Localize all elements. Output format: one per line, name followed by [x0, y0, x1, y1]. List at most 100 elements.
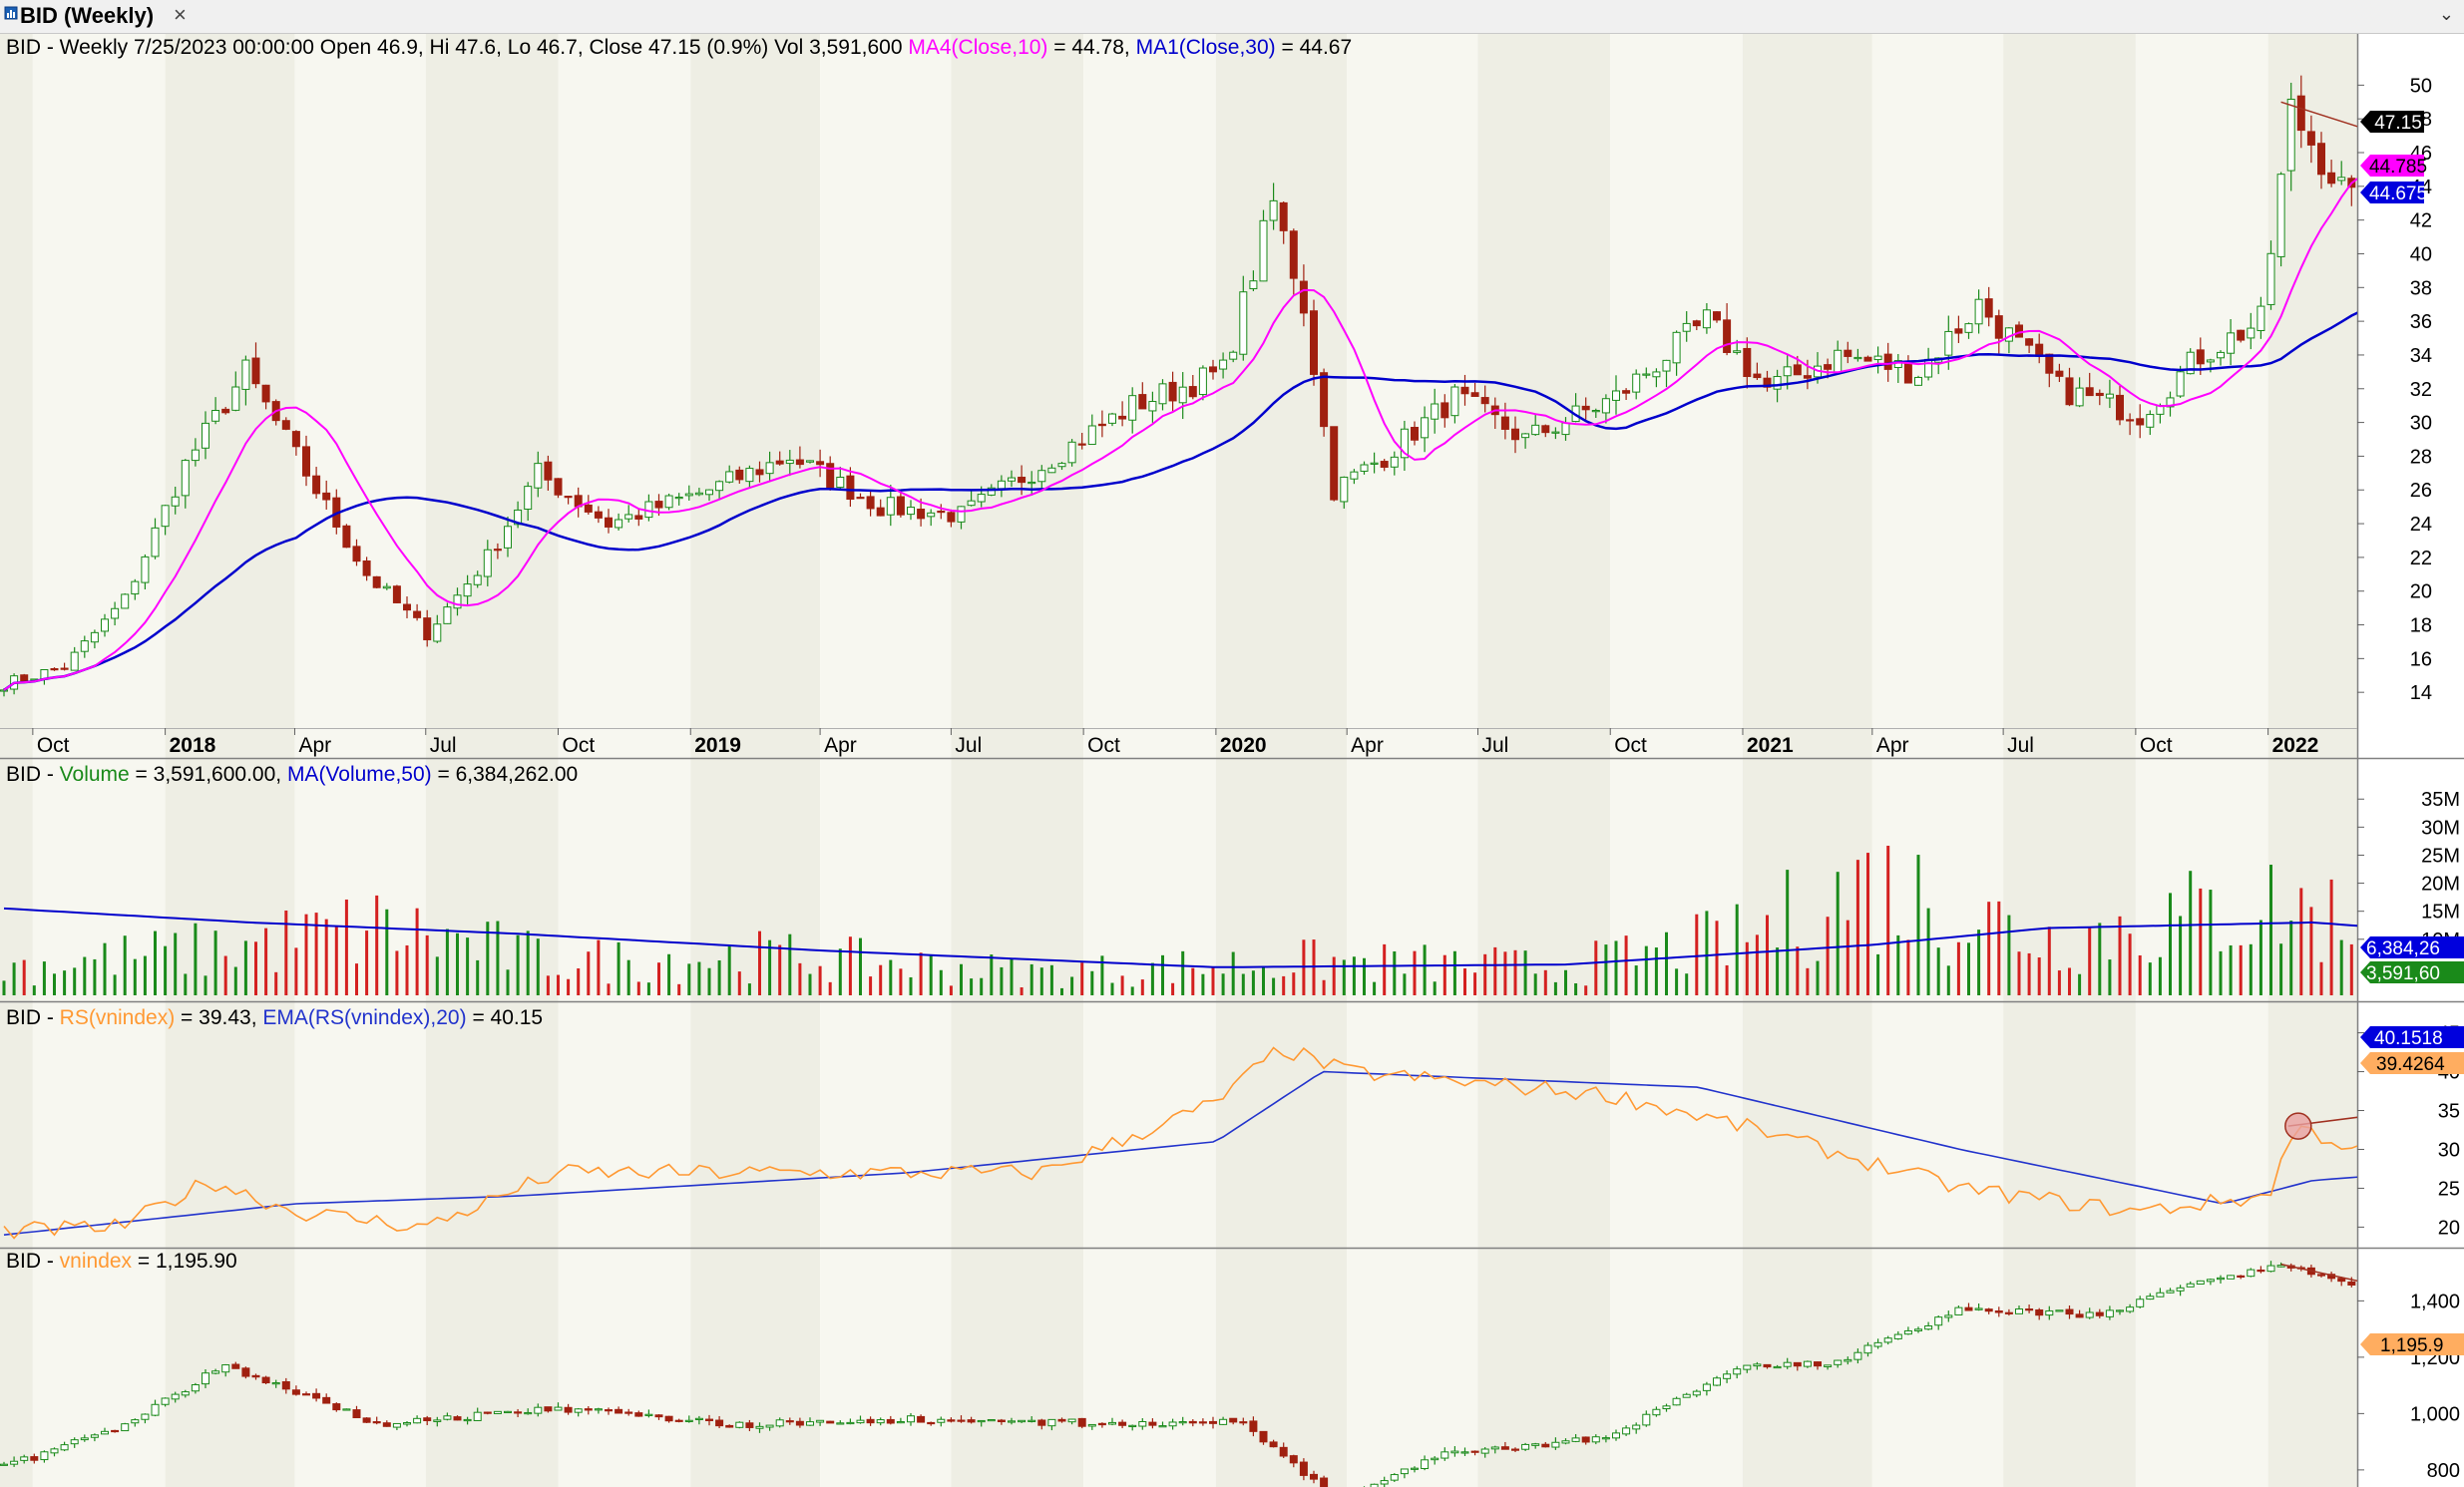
volume-bar [1513, 949, 1517, 995]
price-candle [493, 549, 502, 552]
quarter-bands [0, 34, 2357, 1487]
index-candle [271, 1382, 280, 1385]
price-candle [171, 496, 180, 507]
volume-bar [456, 932, 459, 995]
index-candle [453, 1416, 462, 1421]
price-candle [876, 507, 885, 517]
index-candle [504, 1410, 512, 1414]
volume-bar [607, 983, 611, 995]
index-candle [1249, 1420, 1258, 1432]
price-candle [1622, 390, 1631, 394]
price-candle [997, 480, 1006, 490]
chart-canvas[interactable]: 50484644424038363432302826242220181614 3… [0, 34, 2464, 1487]
volume-bar [1755, 934, 1759, 995]
volume-bar [939, 969, 943, 995]
volume-bar [1553, 981, 1557, 995]
volume-bar [990, 954, 994, 995]
index-candle [2166, 1290, 2175, 1294]
price-candle [302, 446, 310, 477]
price-candle [1793, 364, 1802, 376]
price-candle [1259, 219, 1268, 282]
volume-bar [445, 929, 449, 995]
price-candle [544, 461, 553, 481]
price-candle [907, 507, 915, 516]
price-candle [2206, 359, 2215, 363]
tab-close-icon[interactable]: × [174, 2, 187, 28]
index-candle [1612, 1432, 1620, 1439]
volume-bar [1533, 973, 1537, 995]
index-candle [90, 1434, 99, 1438]
volume-bar [707, 967, 711, 995]
volume-bar [395, 950, 399, 995]
price-candle [2116, 394, 2124, 421]
volume-bar [2128, 933, 2132, 995]
index-candle [907, 1415, 915, 1423]
price-candle [1924, 358, 1933, 378]
volume-bar [1523, 950, 1527, 995]
price-candle [1753, 373, 1762, 379]
volume-bar [1080, 962, 1084, 995]
volume-bar [2148, 962, 2152, 995]
index-candle [1702, 1383, 1711, 1391]
index-candle [1652, 1408, 1661, 1416]
index-candle [584, 1408, 593, 1411]
index-candle [524, 1411, 533, 1415]
price-candle [2276, 174, 2285, 257]
index-legend: BID - vnindex = 1,195.90 [6, 1250, 237, 1273]
volume-bar [687, 963, 691, 995]
volume-bar [727, 945, 731, 995]
index-candle [1067, 1418, 1076, 1423]
price-candle [2045, 353, 2054, 374]
index-candle [1893, 1333, 1902, 1339]
index-candle [1521, 1443, 1530, 1450]
ma30-tag-text: 44.675 [2369, 184, 2427, 204]
index-candle [1763, 1363, 1772, 1368]
price-candle [433, 623, 442, 642]
x-tick-label: Oct [2140, 734, 2173, 757]
price-candle [1903, 360, 1912, 384]
volume-bar [1403, 973, 1407, 995]
price-candle [241, 359, 250, 390]
price-tick-label: 38 [2410, 277, 2432, 299]
index-candle [1148, 1421, 1157, 1426]
price-candle [917, 509, 926, 520]
price-candle [1360, 464, 1369, 472]
price-candle [1108, 413, 1116, 424]
index-candle [1934, 1316, 1943, 1326]
price-candle [2095, 392, 2104, 397]
index-candle [2055, 1309, 2064, 1312]
price-candle [70, 651, 79, 671]
price-candle [111, 607, 120, 619]
volume-bar [1543, 969, 1547, 995]
volume-bar [53, 973, 56, 995]
index-candle [886, 1418, 895, 1424]
index-candle [1460, 1451, 1469, 1454]
window-menu-icon[interactable]: ⌄ [2439, 4, 2454, 25]
index-candle [70, 1439, 79, 1445]
price-candle [886, 497, 895, 516]
index-candle [463, 1418, 472, 1422]
price-candle [2286, 98, 2295, 172]
volume-bar [1241, 973, 1245, 995]
index-candle [1994, 1309, 2003, 1313]
volume-ma-legend: MA(Volume,50) [287, 763, 432, 786]
index-candle [1018, 1419, 1027, 1423]
index-candle [1954, 1306, 1963, 1315]
volume-bar [1896, 934, 1900, 995]
price-candle [413, 610, 422, 618]
volume-bar [1161, 954, 1164, 995]
index-candle [705, 1418, 713, 1421]
price-candle [715, 481, 724, 492]
price-candle [795, 459, 804, 466]
price-candle [1118, 415, 1127, 420]
price-candle [1531, 424, 1540, 436]
index-candle [1723, 1373, 1732, 1379]
price-candle [1511, 428, 1519, 441]
index-candle [141, 1413, 150, 1420]
price-candle [1299, 280, 1308, 314]
x-tick-label: Jul [430, 734, 457, 757]
volume-bar [103, 942, 107, 995]
price-candle [1652, 371, 1661, 378]
volume-bar [1584, 985, 1588, 995]
volume-bar [415, 908, 419, 995]
